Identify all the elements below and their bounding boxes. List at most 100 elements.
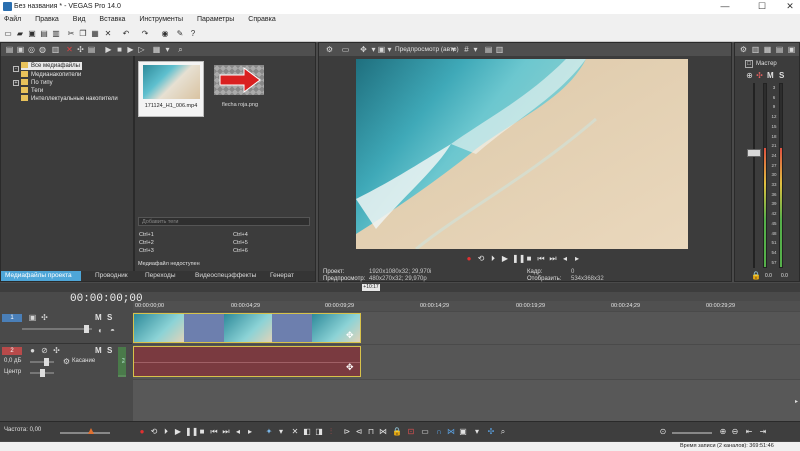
web-icon[interactable]: ◍ bbox=[38, 45, 47, 54]
menu-file[interactable]: Файл bbox=[4, 14, 21, 26]
tab-project-media[interactable]: Медиафайлы проекта bbox=[1, 271, 81, 281]
lock-icon[interactable]: 🔒 bbox=[392, 427, 402, 437]
prev-icon[interactable]: ▷ bbox=[137, 45, 146, 54]
dropdown-icon[interactable]: ▾ bbox=[276, 427, 286, 437]
gear-icon[interactable]: ⚙ bbox=[325, 45, 334, 54]
tab-video-fx[interactable]: Видеоспецэффекты bbox=[191, 271, 260, 281]
move-icon[interactable]: ✥ bbox=[359, 45, 368, 54]
downmix-icon[interactable]: ▦ bbox=[763, 45, 772, 54]
tab-generators[interactable]: Генерат bbox=[266, 271, 298, 281]
capture-icon[interactable]: ▣ bbox=[16, 45, 25, 54]
media-fx-icon[interactable]: ✣ bbox=[76, 45, 85, 54]
tag-input[interactable]: Добавить теги bbox=[138, 217, 310, 226]
tree-item-tags[interactable]: Теги bbox=[21, 87, 43, 95]
paint-icon[interactable]: ✎ bbox=[175, 29, 185, 39]
automation-gear-icon[interactable]: ⚙ bbox=[62, 357, 71, 366]
tree-item-all-media[interactable]: Все медиафайлы bbox=[21, 62, 82, 70]
loop-icon[interactable]: ⟲ bbox=[476, 254, 486, 264]
zoom-slider[interactable] bbox=[672, 432, 712, 434]
fx-icon[interactable]: ✣ bbox=[52, 346, 61, 355]
marker-label[interactable]: +10:17 bbox=[362, 284, 380, 291]
parent-icon[interactable]: ◓ bbox=[108, 326, 117, 335]
arm-record-icon[interactable]: ● bbox=[28, 346, 37, 355]
nudge-left-icon[interactable]: ⇤ bbox=[744, 427, 754, 437]
tree-expander[interactable]: - bbox=[13, 66, 19, 72]
menu-edit[interactable]: Правка bbox=[35, 14, 59, 26]
stop-icon[interactable]: ■ bbox=[197, 427, 207, 437]
video-clip[interactable]: ✥ bbox=[133, 313, 361, 343]
stop-icon[interactable]: ■ bbox=[115, 45, 124, 54]
undo-icon[interactable]: ↶ bbox=[121, 29, 131, 39]
audio-clip[interactable]: ✥ bbox=[133, 346, 361, 377]
fx-icon[interactable]: ✣ bbox=[40, 313, 49, 322]
volume-slider-handle[interactable] bbox=[44, 358, 49, 366]
maximize-button[interactable]: ☐ bbox=[752, 1, 772, 12]
overlays-icon[interactable]: # bbox=[462, 45, 471, 54]
fx-icon[interactable]: ✣ bbox=[755, 71, 764, 80]
pause-icon[interactable]: ❚❚ bbox=[185, 427, 198, 437]
more-icon[interactable]: ▣ bbox=[787, 45, 796, 54]
tab-explorer[interactable]: Проводник bbox=[91, 271, 132, 281]
prev-frame-icon[interactable]: ◂ bbox=[560, 254, 570, 264]
play-from-start-icon[interactable]: ⏵ bbox=[161, 427, 171, 437]
scrollbar-arrow[interactable]: ▸ bbox=[795, 398, 798, 405]
tree-item-bins[interactable]: Медианакопители bbox=[21, 71, 81, 79]
pause-icon[interactable]: ❚❚ bbox=[512, 254, 525, 264]
new-file-icon[interactable]: ▭ bbox=[3, 29, 13, 39]
split-icon[interactable]: ⫶ bbox=[326, 427, 336, 437]
zoom-tool-icon[interactable]: ⌕ bbox=[498, 427, 508, 437]
play-icon[interactable]: ▶ bbox=[500, 254, 510, 264]
menu-tools[interactable]: Инструменты bbox=[139, 14, 183, 26]
record-icon[interactable]: ● bbox=[464, 254, 474, 264]
disc-icon[interactable]: ◎ bbox=[27, 45, 36, 54]
help-icon[interactable]: ? bbox=[188, 29, 198, 39]
track-mute[interactable]: M bbox=[95, 346, 102, 355]
dropdown-icon[interactable]: ▾ bbox=[449, 45, 458, 54]
import-icon[interactable]: ▤ bbox=[5, 45, 14, 54]
play-from-start-icon[interactable]: ⏵ bbox=[488, 254, 498, 264]
lock-envelopes-icon[interactable]: ▭ bbox=[420, 427, 430, 437]
record-icon[interactable]: ● bbox=[137, 427, 147, 437]
menu-options[interactable]: Параметры bbox=[197, 14, 234, 26]
views-icon[interactable]: ▦ bbox=[152, 45, 161, 54]
paste-icon[interactable]: ▦ bbox=[90, 29, 100, 39]
track-solo[interactable]: S bbox=[107, 313, 112, 322]
stop-icon[interactable]: ■ bbox=[524, 254, 534, 264]
zoom-out-icon[interactable]: ⊖ bbox=[730, 427, 740, 437]
copy-snapshot-icon[interactable]: ▤ bbox=[484, 45, 493, 54]
level-slider[interactable] bbox=[22, 328, 92, 330]
loop-icon[interactable]: ⟲ bbox=[149, 427, 159, 437]
master-solo[interactable]: S bbox=[779, 71, 784, 80]
menu-insert[interactable]: Вставка bbox=[99, 14, 125, 26]
dim-icon[interactable]: ▤ bbox=[775, 45, 784, 54]
automation-icon[interactable]: ⊕ bbox=[745, 71, 754, 80]
normal-edit-tool-icon[interactable]: ✦ bbox=[264, 427, 274, 437]
magnet-icon[interactable]: ∩ bbox=[434, 427, 444, 437]
dropdown-icon[interactable]: ▾ bbox=[471, 45, 480, 54]
open-folder-icon[interactable]: ▰ bbox=[15, 29, 25, 39]
delete-icon[interactable]: ✕ bbox=[103, 29, 113, 39]
dropdown-icon[interactable]: ▾ bbox=[472, 427, 482, 437]
views-dropdown-icon[interactable]: ▾ bbox=[163, 45, 172, 54]
volume-slider[interactable] bbox=[30, 361, 54, 363]
dropdown-icon[interactable]: ▾ bbox=[385, 45, 394, 54]
media-thumb-video[interactable]: 171124_H1_006.mp4 bbox=[138, 61, 204, 117]
save-icon[interactable]: ▣ bbox=[27, 29, 37, 39]
menu-view[interactable]: Вид bbox=[73, 14, 86, 26]
splitter[interactable] bbox=[133, 56, 135, 271]
zoom-in-icon[interactable]: ⊕ bbox=[718, 427, 728, 437]
master-mute[interactable]: M bbox=[767, 71, 774, 80]
level-slider-handle[interactable] bbox=[84, 325, 89, 333]
mixer-icon[interactable]: ▥ bbox=[751, 45, 760, 54]
save-snapshot-icon[interactable]: ▥ bbox=[495, 45, 504, 54]
go-start-icon[interactable]: ⏮ bbox=[209, 427, 219, 437]
properties-icon[interactable]: ▤ bbox=[87, 45, 96, 54]
play-icon[interactable]: ▶ bbox=[104, 45, 113, 54]
tree-item-by-type[interactable]: По типу bbox=[21, 79, 53, 87]
event-envelope-icon[interactable]: ⋈ bbox=[446, 427, 456, 437]
pan-slider-handle[interactable] bbox=[40, 369, 45, 377]
properties-icon[interactable]: ▥ bbox=[51, 29, 61, 39]
track-solo[interactable]: S bbox=[107, 346, 112, 355]
tree-item-smart-bins[interactable]: Интеллектуальные накопители bbox=[21, 95, 118, 103]
trim-start-icon[interactable]: ◧ bbox=[302, 427, 312, 437]
